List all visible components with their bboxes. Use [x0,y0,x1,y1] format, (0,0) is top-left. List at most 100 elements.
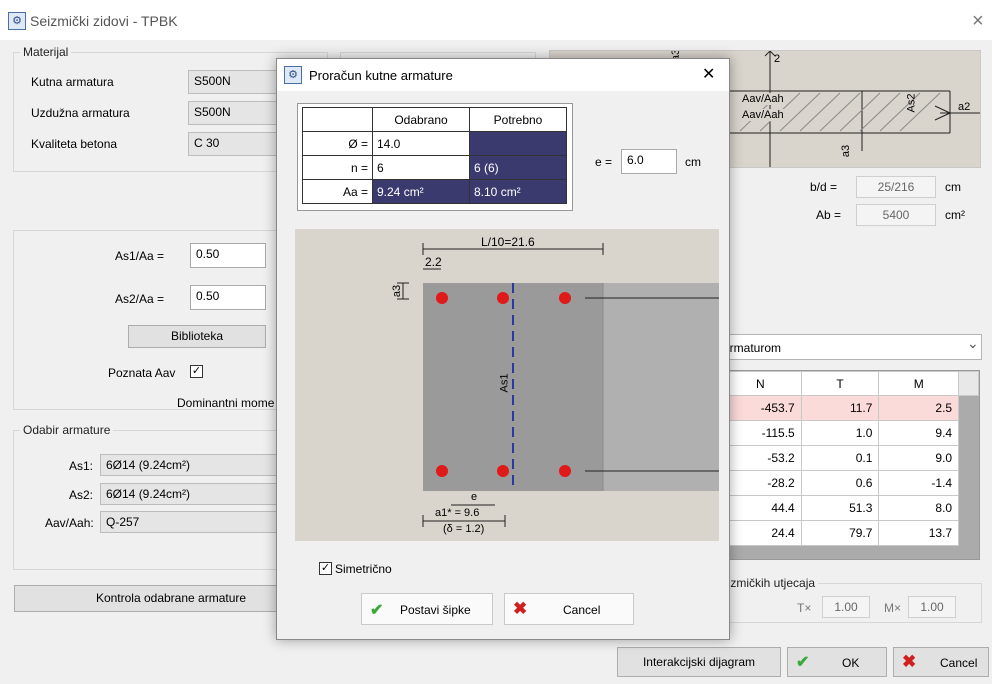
aav-label-2: Aav/Aah [742,109,784,121]
odabir-legend: Odabir armature [20,423,114,437]
title-bar: ⚙ Seizmički zidovi - TPBK × [0,0,992,40]
kutna-select[interactable]: S500N [188,70,278,94]
dialog-cancel-label: Cancel [563,603,601,617]
cell[interactable]: 51.3 [800,495,880,521]
chevron-down-icon[interactable]: ⌄ [967,335,979,352]
bd-label: b/d = [810,180,838,194]
mx-input[interactable]: 1.00 [908,596,956,618]
dialog-close-icon[interactable]: ✕ [702,64,715,84]
col-t-header: T [800,371,880,396]
seismic-legend: eizmičkih utjecaja [718,576,819,590]
ab-label: Ab = [816,208,842,222]
cell[interactable]: -453.7 [719,395,802,421]
l10-label: L/10=21.6 [481,235,535,249]
beton-label: Kvaliteta betona [31,137,118,151]
table-row[interactable]: -453.7 11.7 2.5 [719,395,979,421]
cancel-label: Cancel [940,656,978,670]
interakcijski-button[interactable]: Interakcijski dijagram [617,647,781,677]
dialog-cancel-button[interactable]: ✖ Cancel [504,593,634,625]
uzduzna-label: Uzdužna armatura [31,106,130,120]
e-label: e = [595,155,613,169]
as1-ratio-label: As1/Aa = [115,249,165,263]
poznata-aav-label: Poznata Aav [108,366,176,380]
aa-required: 8.10 cm² [469,179,567,204]
odabir-as1-label: As1: [69,459,94,473]
bd-unit: cm [945,180,961,194]
window-close-icon[interactable]: × [972,10,984,33]
cell[interactable]: 13.7 [878,520,960,546]
armature-table-box: Odabrano Potrebno Ø = 14.0 n = 6 6 (6) A… [297,103,573,211]
aav-label-1: Aav/Aah [742,93,784,105]
simetricno-label: Simetrično [335,562,392,576]
axis-2-label: 2 [774,53,781,65]
n-required: 6 (6) [469,155,567,180]
corner-drawing: L/10=21.6 2.2 a3 As1 e a1* = 9.6 (δ = 1.… [295,229,719,541]
biblioteka-button[interactable]: Biblioteka [128,325,266,348]
cell[interactable]: 24.4 [719,520,802,546]
as1-ratio-input[interactable]: 0.50 [190,243,266,268]
odabir-aav-field[interactable]: Q-257 [100,511,280,533]
dialog-app-icon: ⚙ [284,66,302,84]
cell[interactable]: 0.1 [800,445,880,471]
potrebno-header: Potrebno [469,107,567,132]
e-unit: cm [685,155,701,169]
table-row[interactable]: -28.2 0.6 -1.4 [719,470,979,496]
as2-ratio-input[interactable]: 0.50 [190,285,266,310]
kutna-armatura-dialog: ⚙ Proračun kutne armature ✕ Odabrano Pot… [276,58,730,640]
cancel-button[interactable]: ✖ Cancel [893,647,989,677]
beton-select[interactable]: C 30 [188,132,278,156]
table-row[interactable]: 44.4 51.3 8.0 [719,495,979,521]
as2-label: As2 [905,93,918,113]
uzduzna-select[interactable]: S500N [188,101,278,125]
table-row[interactable]: -53.2 0.1 9.0 [719,445,979,471]
x-icon: ✖ [513,599,528,618]
cell[interactable]: 8.0 [878,495,960,521]
postavi-sipke-button[interactable]: ✔ Postavi šipke [361,593,493,625]
e-input[interactable]: 6.0 [621,149,677,174]
aa-selected: 9.24 cm² [372,179,470,204]
bd-value: 25/216 [856,176,936,198]
cell[interactable]: -1.4 [878,470,960,496]
corner-cell [302,107,373,132]
tx-input[interactable]: 1.00 [822,596,870,618]
combination-dropdown[interactable]: armaturom ⌄ [718,334,982,360]
n-selected[interactable]: 6 [372,155,470,180]
cell[interactable]: -28.2 [719,470,802,496]
delta-label: (δ = 1.2) [443,523,485,535]
cell[interactable]: 79.7 [800,520,880,546]
cell[interactable]: -53.2 [719,445,802,471]
a3-dim-label: a3 [391,284,404,298]
col-m-header: M [878,371,960,396]
poznata-aav-checkbox[interactable]: ✓ [190,365,203,378]
ab-unit: cm² [945,208,965,222]
cell[interactable]: 9.0 [878,445,960,471]
odabir-as2-field[interactable]: 6Ø14 (9.24cm²) [100,483,280,505]
a1-label: a1* = 9.6 [435,507,480,519]
a3-label: a3 [840,144,853,158]
e-dim-label: e [471,491,478,503]
col-spacer [958,371,979,396]
cell[interactable]: 9.4 [878,420,960,446]
cell[interactable]: -115.5 [719,420,802,446]
as1-label: As1 [498,373,511,393]
col-n-header: N [719,371,802,396]
cell[interactable]: 44.4 [719,495,802,521]
forces-table: N T M -453.7 11.7 2.5 -115.5 1.0 9.4 -53… [719,371,979,546]
kutna-label: Kutna armatura [31,75,114,89]
cell[interactable]: 11.7 [800,395,880,421]
a2-label: a2 [958,101,971,113]
ok-button[interactable]: ✔ OK [787,647,887,677]
simetricno-checkbox[interactable]: ✓ [319,562,332,575]
table-row[interactable]: 24.4 79.7 13.7 [719,520,979,546]
dropdown-value: armaturom [723,341,782,355]
cell[interactable]: 2.5 [878,395,960,421]
dialog-titlebar: ⚙ Proračun kutne armature ✕ [277,59,729,91]
as2-ratio-label: As2/Aa = [115,292,165,306]
table-row[interactable]: -115.5 1.0 9.4 [719,420,979,446]
app-icon: ⚙ [8,12,26,30]
cell[interactable]: 1.0 [800,420,880,446]
odabir-as1-field[interactable]: 6Ø14 (9.24cm²) [100,454,280,476]
cell[interactable]: 0.6 [800,470,880,496]
phi-selected[interactable]: 14.0 [372,131,470,156]
materijal-legend: Materijal [20,45,72,59]
